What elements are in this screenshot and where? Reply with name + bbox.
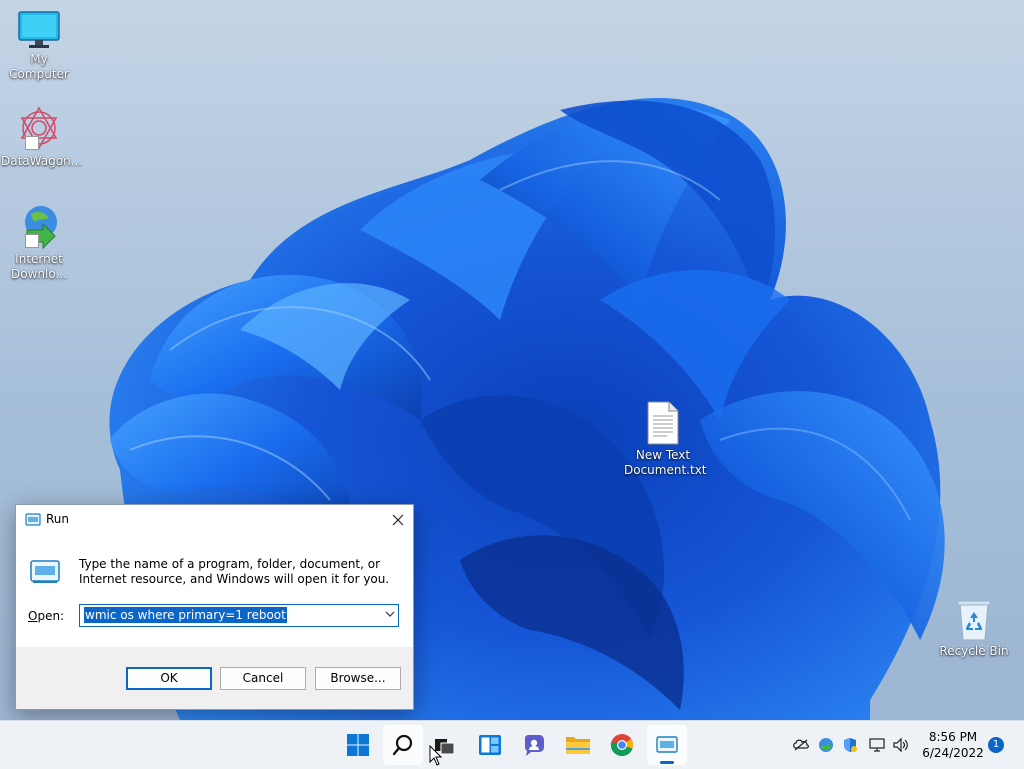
monitor-icon <box>18 11 60 48</box>
open-combobox[interactable]: wmic os where primary=1 reboot <box>79 604 399 627</box>
clock[interactable]: 8:56 PM 6/24/2022 <box>918 729 988 761</box>
security-shield-icon[interactable] <box>841 737 859 753</box>
datawagon-icon <box>20 106 58 150</box>
desktop-icon-datawagon[interactable]: DataWagon... <box>1 104 82 169</box>
volume-icon[interactable] <box>892 737 910 753</box>
shortcut-arrow-icon <box>25 234 39 248</box>
ok-button[interactable]: OK <box>126 667 212 690</box>
desktop-icon-label: DataWagon... <box>1 154 83 168</box>
shortcut-arrow-icon <box>25 136 39 150</box>
search-icon <box>392 734 413 756</box>
text-document-icon <box>647 401 679 445</box>
teams-chat-icon <box>525 735 544 756</box>
run-dialog-description: Type the name of a program, folder, docu… <box>79 557 390 586</box>
run-icon <box>656 736 678 753</box>
run-dialog-body: Type the name of a program, folder, docu… <box>16 534 413 647</box>
run-taskbar-button[interactable] <box>647 725 687 765</box>
open-input-value[interactable]: wmic os where primary=1 reboot <box>84 607 287 623</box>
cancel-button[interactable]: Cancel <box>220 667 306 690</box>
search-button[interactable] <box>383 725 423 765</box>
desktop-icon-label: Recycle Bin <box>939 644 1009 658</box>
clock-time: 8:56 PM <box>928 730 978 744</box>
chrome-icon <box>610 734 633 757</box>
run-dialog: Run Type the name of a program, folder, … <box>15 504 414 710</box>
file-explorer-button[interactable] <box>558 725 598 765</box>
desktop-icon-label: New Text Document.txt <box>624 448 707 477</box>
recycle-bin-icon <box>957 600 991 641</box>
display-icon[interactable] <box>868 737 886 753</box>
internet-download-manager-icon <box>25 206 57 250</box>
run-large-icon <box>30 560 60 583</box>
network-disconnected-icon[interactable] <box>792 737 810 753</box>
chrome-button[interactable] <box>602 725 642 765</box>
run-dialog-titlebar[interactable]: Run <box>16 505 413 534</box>
desktop-icon-label: Internet Downlo... <box>11 252 67 281</box>
taskbar: 8:56 PM 6/24/2022 1 <box>0 720 1024 769</box>
widgets-icon <box>479 735 501 755</box>
notification-badge[interactable]: 1 <box>988 737 1004 753</box>
desktop-icon-internet-download-manager[interactable]: Internet Downlo... <box>1 202 77 282</box>
windows-logo-icon <box>347 734 369 756</box>
chat-button[interactable] <box>514 725 554 765</box>
open-label: Open: <box>28 609 65 623</box>
run-icon <box>25 513 41 526</box>
desktop-icon-new-text-document[interactable]: New Text Document.txt <box>624 400 707 478</box>
app-tray-icon[interactable] <box>817 737 835 753</box>
run-dialog-title: Run <box>46 512 70 526</box>
mouse-cursor-icon <box>429 745 443 766</box>
desktop-icon-label: My Computer <box>9 52 69 81</box>
desktop-icon-recycle-bin[interactable]: Recycle Bin <box>936 598 1012 659</box>
close-icon <box>392 514 404 525</box>
clock-date: 6/24/2022 <box>922 746 984 760</box>
close-button[interactable] <box>383 505 413 534</box>
folder-icon <box>566 737 590 754</box>
start-button[interactable] <box>338 725 378 765</box>
browse-button[interactable]: Browse... <box>315 667 401 690</box>
chevron-down-icon[interactable] <box>385 610 395 618</box>
desktop-icon-my-computer[interactable]: My Computer <box>1 10 77 82</box>
run-dialog-footer: OK Cancel Browse... <box>16 647 413 709</box>
widgets-button[interactable] <box>470 725 510 765</box>
